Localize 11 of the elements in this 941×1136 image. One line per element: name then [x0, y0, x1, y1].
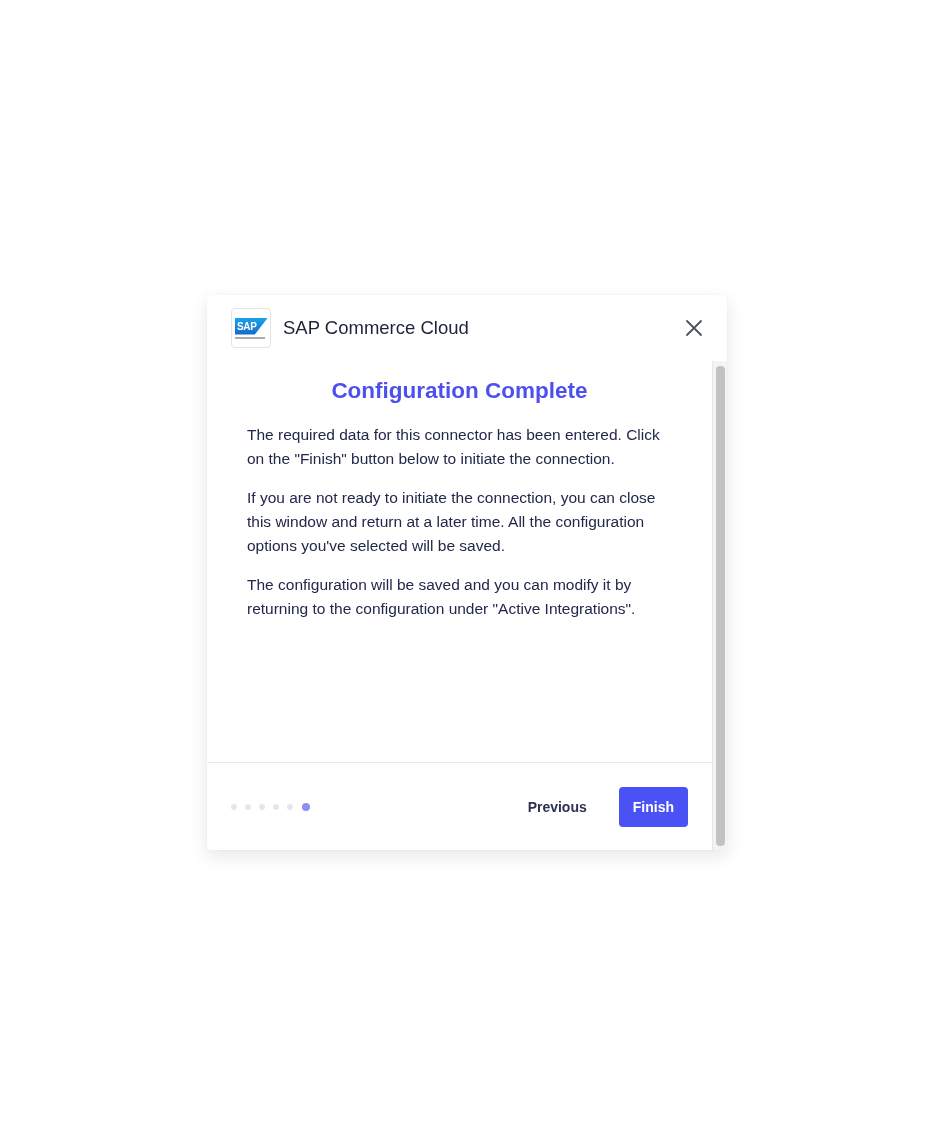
logo-mark: SAP: [235, 317, 268, 335]
close-icon[interactable]: [685, 319, 703, 337]
dialog-title: SAP Commerce Cloud: [283, 317, 470, 339]
paragraph: The required data for this connector has been entered. Click on the "Finish" button below to initiate the connection.: [247, 425, 661, 469]
heading: Configuration Complete: [330, 377, 589, 405]
previous-button[interactable]: Previous: [513, 786, 601, 827]
scrollbar-thumb[interactable]: [716, 366, 725, 846]
finish-button[interactable]: Finish: [618, 786, 688, 827]
paragraph: The configuration will be saved and you can modify it by returning to the configuration under "Active Integrations".: [247, 575, 637, 619]
paragraph: If you are not ready to initiate the connection, you can close this window and return at a later time. All the configuration options you've selected will be saved.: [247, 488, 657, 556]
logo-caption-line: [235, 336, 265, 339]
